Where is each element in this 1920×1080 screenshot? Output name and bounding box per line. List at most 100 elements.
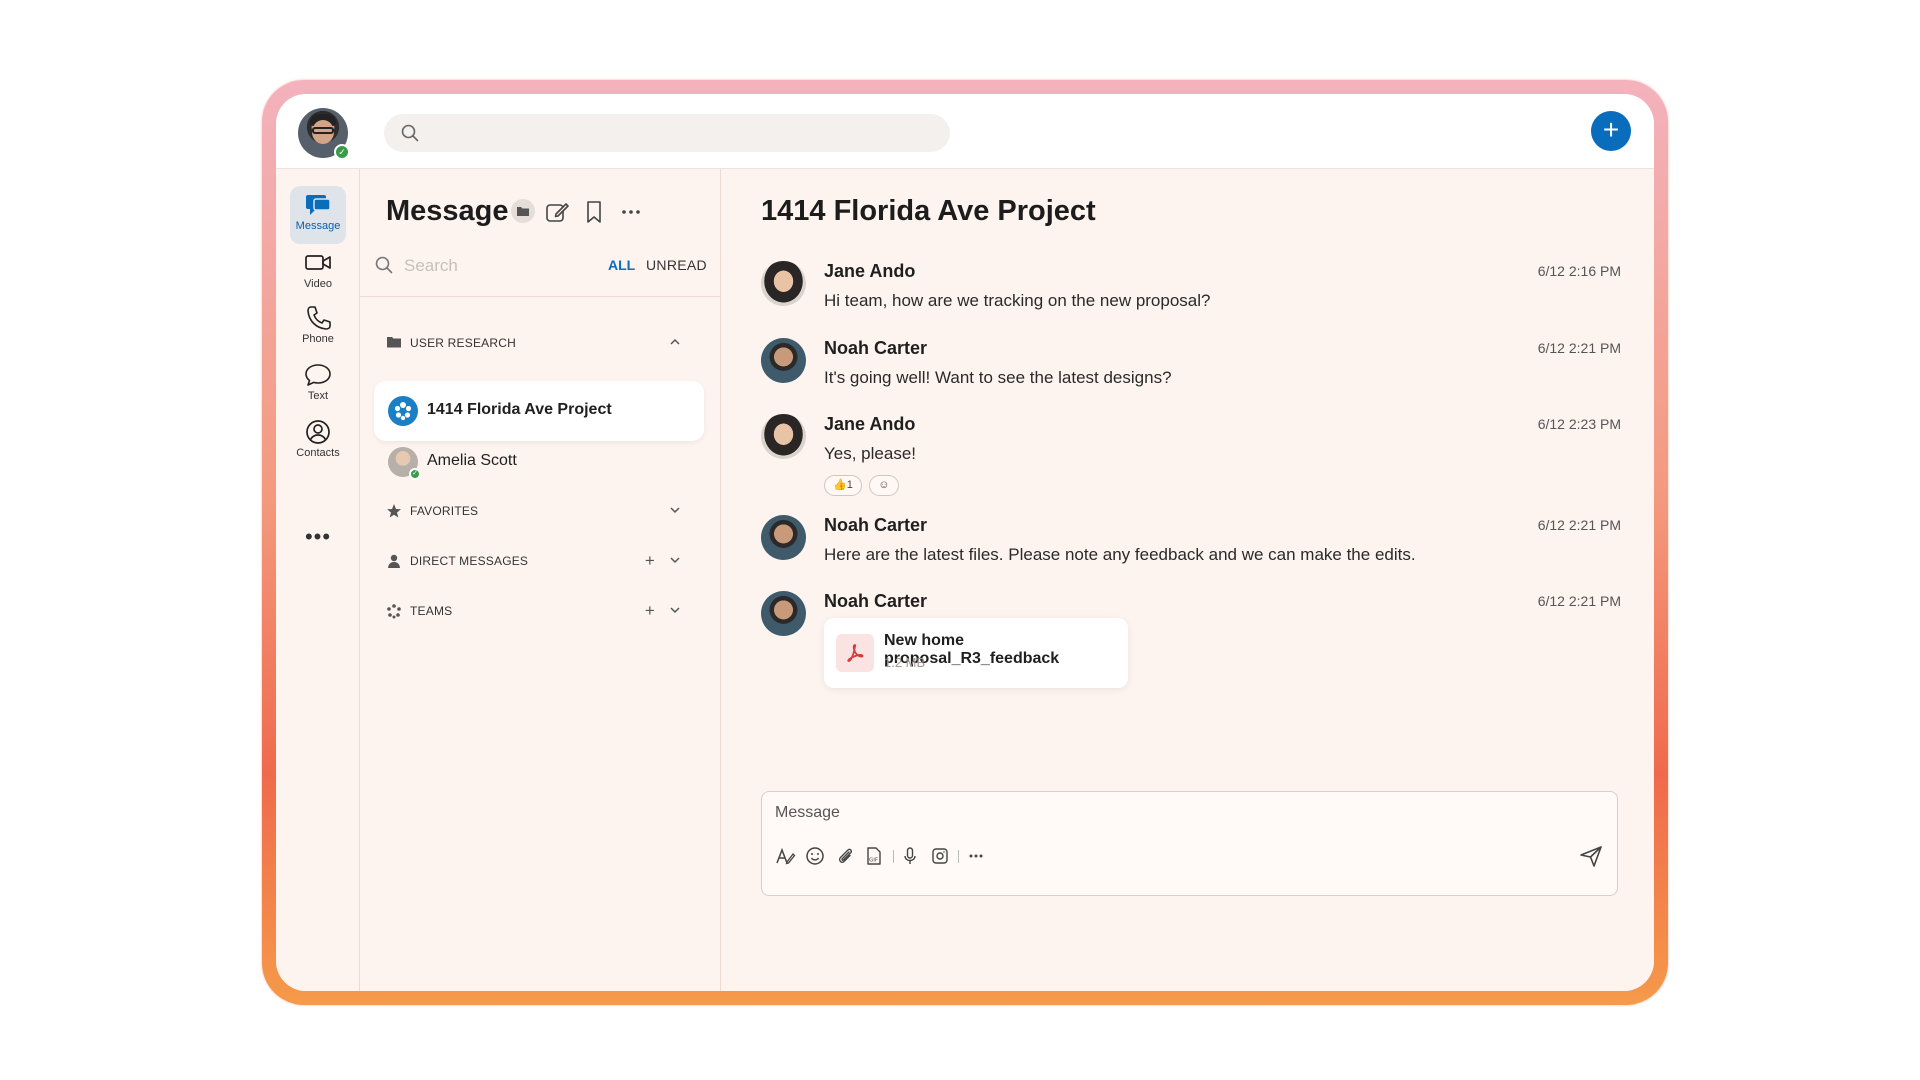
more-horizontal-icon[interactable] <box>618 199 644 225</box>
file-attachment-card[interactable]: New home proposal_R3_feedback 1.2 MB <box>824 618 1128 688</box>
message-item: Noah Carter 6/12 2:21 PM Here are the la… <box>761 515 1621 575</box>
attachment-icon[interactable] <box>834 845 856 867</box>
nav-label-text: Text <box>307 390 329 402</box>
chevron-down-icon[interactable] <box>668 503 682 517</box>
filter-unread-tab[interactable]: UNREAD <box>646 257 707 273</box>
add-team-icon[interactable]: + <box>645 601 655 621</box>
search-icon <box>401 124 419 142</box>
top-bar: ✓ + <box>276 94 1654 169</box>
folder-icon[interactable] <box>511 199 535 223</box>
conversation-name: Amelia Scott <box>427 452 517 469</box>
list-title: Message <box>386 195 509 227</box>
new-action-button[interactable]: + <box>1591 111 1631 151</box>
avatar: ✓ <box>388 447 421 480</box>
gif-icon[interactable]: GIF <box>863 845 885 867</box>
nav-label-phone: Phone <box>302 333 334 345</box>
bookmark-icon[interactable] <box>581 199 607 225</box>
message-item: Jane Ando 6/12 2:23 PM Yes, please! 👍1 ☺ <box>761 414 1621 504</box>
nav-label-contacts: Contacts <box>296 447 340 459</box>
nav-label-message: Message <box>295 220 341 232</box>
conversation-item-amelia-scott[interactable]: ✓ Amelia Scott <box>374 432 704 492</box>
compose-icon[interactable] <box>544 199 570 225</box>
reaction-bar: 👍1 ☺ <box>824 475 902 497</box>
more-horizontal-icon[interactable] <box>965 845 987 867</box>
list-search-placeholder: Search <box>404 256 458 275</box>
section-teams[interactable]: TEAMS + <box>386 601 706 621</box>
list-divider <box>360 296 721 297</box>
section-favorites[interactable]: FAVORITES <box>386 501 706 521</box>
avatar[interactable] <box>761 515 806 560</box>
add-reaction-icon[interactable]: ☺ <box>869 475 899 496</box>
screen-capture-icon[interactable] <box>929 845 951 867</box>
app-window: ✓ + Message Video Phone Text Contacts ••… <box>276 94 1654 991</box>
pdf-file-icon <box>836 634 874 672</box>
chevron-down-icon[interactable] <box>668 603 682 617</box>
search-icon <box>375 256 393 274</box>
message-text: Here are the latest files. Please note a… <box>824 545 1416 564</box>
nav-item-contacts[interactable]: Contacts <box>290 413 346 471</box>
chat-title: 1414 Florida Ave Project <box>761 195 1096 227</box>
more-options-icon[interactable]: ••• <box>290 524 346 550</box>
message-text: It's going well! Want to see the latest … <box>824 368 1172 387</box>
section-direct-messages[interactable]: DIRECT MESSAGES + <box>386 551 706 571</box>
avatar[interactable] <box>761 261 806 306</box>
text-format-icon[interactable] <box>774 845 796 867</box>
message-time: 6/12 2:21 PM <box>1537 593 1621 609</box>
message-time: 6/12 2:21 PM <box>1537 340 1621 356</box>
section-user-research[interactable]: USER RESEARCH <box>386 333 706 353</box>
message-sender: Noah Carter <box>824 591 928 611</box>
global-search-input[interactable] <box>384 114 950 152</box>
nav-item-video[interactable]: Video <box>290 244 346 302</box>
composer-placeholder: Message <box>775 804 840 821</box>
nav-label-video: Video <box>304 278 332 290</box>
presence-available-icon: ✓ <box>409 468 421 480</box>
reaction-thumbs-up[interactable]: 👍1 <box>824 475 862 496</box>
message-sender: Jane Ando <box>824 414 916 434</box>
star-icon <box>387 504 401 518</box>
phone-icon <box>307 306 331 330</box>
avatar[interactable] <box>761 591 806 636</box>
text-bubble-icon <box>305 364 331 386</box>
teams-icon <box>387 604 401 619</box>
nav-item-text[interactable]: Text <box>290 356 346 414</box>
message-item: Jane Ando 6/12 2:16 PM Hi team, how are … <box>761 261 1621 321</box>
folder-icon <box>387 337 401 348</box>
toolbar-separator <box>893 850 894 863</box>
message-text: Hi team, how are we tracking on the new … <box>824 291 1211 310</box>
chevron-down-icon[interactable] <box>668 553 682 567</box>
filter-all-tab[interactable]: ALL <box>608 257 635 273</box>
message-icon <box>306 195 331 215</box>
toolbar-separator <box>958 850 959 863</box>
message-time: 6/12 2:23 PM <box>1537 416 1621 432</box>
chat-panel: 1414 Florida Ave Project Jane Ando 6/12 … <box>721 169 1654 991</box>
message-item: Noah Carter 6/12 2:21 PM New home propos… <box>761 591 1621 701</box>
avatar[interactable] <box>761 414 806 459</box>
send-icon[interactable] <box>1579 844 1603 868</box>
file-size: 1.2 MB <box>884 655 926 670</box>
nav-item-phone[interactable]: Phone <box>290 299 346 357</box>
svg-text:GIF: GIF <box>869 858 878 864</box>
presence-available-icon: ✓ <box>334 144 350 160</box>
avatar[interactable] <box>761 338 806 383</box>
avatar-glasses <box>312 127 334 134</box>
conversation-list-panel: Message Search ALL UNREAD USER RESEARCH … <box>360 169 721 991</box>
user-avatar[interactable]: ✓ <box>298 108 350 160</box>
microphone-icon[interactable] <box>899 845 921 867</box>
section-label: USER RESEARCH <box>410 336 516 350</box>
video-icon <box>305 255 331 270</box>
add-direct-message-icon[interactable]: + <box>645 551 655 571</box>
conversation-name: 1414 Florida Ave Project <box>427 401 612 418</box>
section-label: TEAMS <box>410 604 453 618</box>
contacts-icon <box>306 420 330 444</box>
message-composer[interactable]: Message GIF <box>761 791 1618 896</box>
person-icon <box>388 554 400 568</box>
chevron-up-icon[interactable] <box>668 335 682 349</box>
team-space-icon <box>388 396 418 426</box>
section-label: DIRECT MESSAGES <box>410 554 529 568</box>
nav-item-message[interactable]: Message <box>290 186 346 244</box>
message-sender: Noah Carter <box>824 338 928 358</box>
message-sender: Jane Ando <box>824 261 916 281</box>
message-time: 6/12 2:16 PM <box>1537 263 1621 279</box>
emoji-icon[interactable] <box>804 845 826 867</box>
message-text: Yes, please! <box>824 444 916 463</box>
